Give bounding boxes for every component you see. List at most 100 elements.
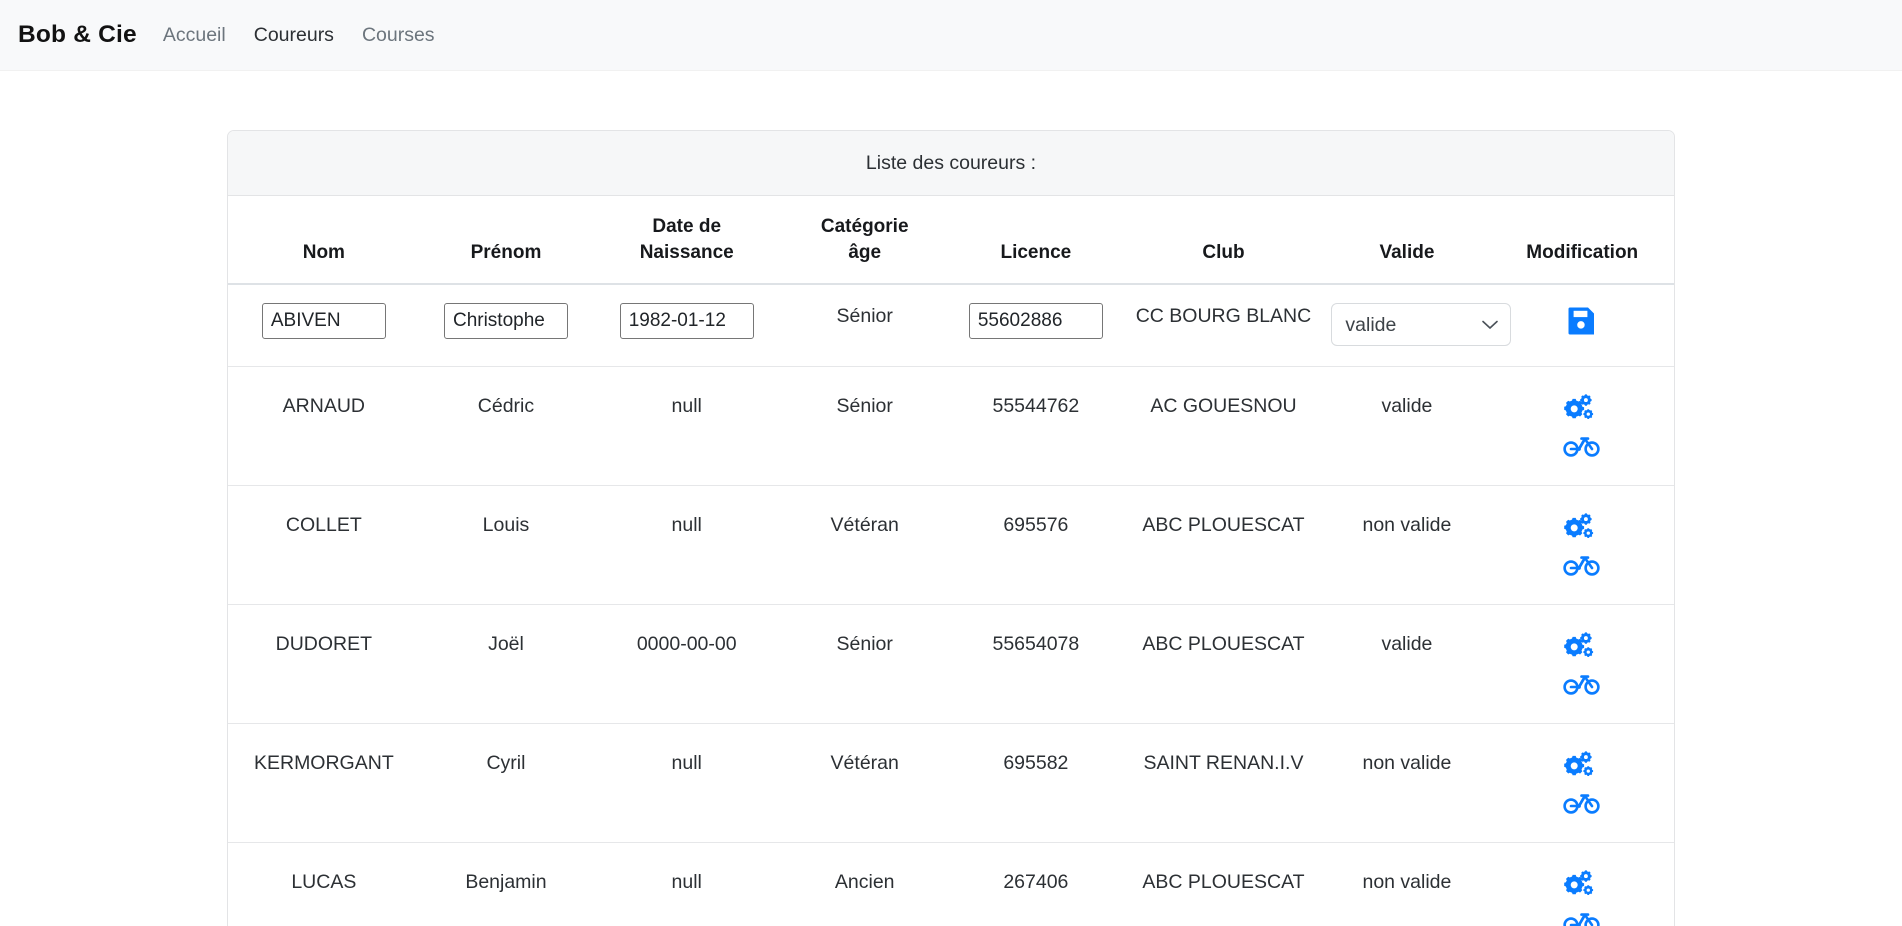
cell-modification <box>1490 366 1674 485</box>
cell-modification <box>1490 723 1674 842</box>
save-button[interactable] <box>1564 303 1600 339</box>
gears-icon <box>1562 532 1602 547</box>
cell-categorie-age: Ancien <box>781 842 948 926</box>
cell-club: CC BOURG BLANC <box>1124 284 1324 366</box>
cell-date-naissance: null <box>592 842 781 926</box>
table-row: ARNAUD Cédric null Sénior 55544762 AC GO… <box>228 366 1674 485</box>
cell-categorie-age: Sénior <box>781 366 948 485</box>
row-action-icons <box>1498 869 1666 926</box>
table-row: LUCAS Benjamin null Ancien 267406 ABC PL… <box>228 842 1674 926</box>
cell-licence: 695576 <box>948 485 1123 604</box>
cell-club: SAINT RENAN.I.V <box>1124 723 1324 842</box>
gears-icon <box>1562 889 1602 904</box>
bicycle-icon <box>1562 685 1602 700</box>
bicycle-button[interactable] <box>1562 907 1602 926</box>
coureurs-card: Liste des coureurs : Nom Prénom Date de … <box>227 130 1675 926</box>
cell-club: ABC PLOUESCAT <box>1124 604 1324 723</box>
prenom-input[interactable] <box>444 303 568 339</box>
cell-modification <box>1490 842 1674 926</box>
cell-valide: non valide <box>1323 842 1490 926</box>
cell-prenom: Joël <box>420 604 593 723</box>
bicycle-button[interactable] <box>1562 669 1602 697</box>
edit-settings-button[interactable] <box>1562 750 1602 782</box>
cell-licence: 55544762 <box>948 366 1123 485</box>
nav-links: Accueil Coureurs Courses <box>163 24 435 47</box>
row-action-icons <box>1498 512 1666 578</box>
table-body: Sénior CC BOURG BLANC valide non valide <box>228 284 1674 926</box>
cell-prenom: Benjamin <box>420 842 593 926</box>
nom-input[interactable] <box>262 303 386 339</box>
bicycle-icon <box>1562 447 1602 462</box>
nav-link-coureurs[interactable]: Coureurs <box>254 24 334 47</box>
cell-modification <box>1490 485 1674 604</box>
nav-link-courses[interactable]: Courses <box>362 24 435 47</box>
row-action-icons <box>1498 393 1666 459</box>
cell-club: AC GOUESNOU <box>1124 366 1324 485</box>
table-row: DUDORET Joël 0000-00-00 Sénior 55654078 … <box>228 604 1674 723</box>
edit-settings-button[interactable] <box>1562 631 1602 663</box>
gears-icon <box>1562 413 1602 428</box>
column-header-date-line1: Date de <box>652 216 721 237</box>
cell-licence: 267406 <box>948 842 1123 926</box>
cell-valide: valide <box>1323 604 1490 723</box>
cell-prenom <box>420 284 593 366</box>
nav-link-accueil[interactable]: Accueil <box>163 24 226 47</box>
cell-nom: LUCAS <box>228 842 420 926</box>
cell-categorie-age: Vétéran <box>781 485 948 604</box>
cell-nom: ARNAUD <box>228 366 420 485</box>
valide-select-wrap: valide non valide <box>1331 303 1511 346</box>
edit-settings-button[interactable] <box>1562 869 1602 901</box>
navbar: Bob & Cie Accueil Coureurs Courses <box>0 0 1902 71</box>
edit-settings-button[interactable] <box>1562 512 1602 544</box>
page-body: Liste des coureurs : Nom Prénom Date de … <box>0 71 1902 926</box>
row-action-icons <box>1498 631 1666 697</box>
table-row-edit: Sénior CC BOURG BLANC valide non valide <box>228 284 1674 366</box>
cell-club: ABC PLOUESCAT <box>1124 842 1324 926</box>
date-naissance-input[interactable] <box>620 303 754 339</box>
gears-icon <box>1562 651 1602 666</box>
table-head: Nom Prénom Date de Naissance Catégorie â… <box>228 196 1674 284</box>
column-header-nom: Nom <box>228 196 420 284</box>
cell-modification <box>1490 604 1674 723</box>
column-header-prenom: Prénom <box>420 196 593 284</box>
bicycle-button[interactable] <box>1562 550 1602 578</box>
column-header-modification: Modification <box>1490 196 1674 284</box>
cell-nom: KERMORGANT <box>228 723 420 842</box>
cell-nom <box>228 284 420 366</box>
table-row: KERMORGANT Cyril null Vétéran 695582 SAI… <box>228 723 1674 842</box>
cell-valide: non valide <box>1323 485 1490 604</box>
cell-prenom: Cédric <box>420 366 593 485</box>
column-header-categorie-line2: âge <box>848 242 881 263</box>
licence-input[interactable] <box>969 303 1103 339</box>
cell-valide: valide non valide <box>1323 284 1490 366</box>
cell-categorie-age: Sénior <box>781 284 948 366</box>
edit-settings-button[interactable] <box>1562 393 1602 425</box>
cell-date-naissance <box>592 284 781 366</box>
cell-licence <box>948 284 1123 366</box>
valide-select[interactable]: valide non valide <box>1331 303 1511 346</box>
bicycle-icon <box>1562 566 1602 581</box>
column-header-club: Club <box>1124 196 1324 284</box>
cell-categorie-age: Sénior <box>781 604 948 723</box>
cell-prenom: Cyril <box>420 723 593 842</box>
cell-date-naissance: null <box>592 723 781 842</box>
cell-valide: valide <box>1323 366 1490 485</box>
cell-nom: DUDORET <box>228 604 420 723</box>
column-header-valide: Valide <box>1323 196 1490 284</box>
column-header-categorie-age: Catégorie âge <box>781 196 948 284</box>
cell-club: ABC PLOUESCAT <box>1124 485 1324 604</box>
cell-date-naissance: null <box>592 485 781 604</box>
cell-categorie-age: Vétéran <box>781 723 948 842</box>
bicycle-icon <box>1562 804 1602 819</box>
cell-prenom: Louis <box>420 485 593 604</box>
column-header-date-naissance: Date de Naissance <box>592 196 781 284</box>
cell-licence: 55654078 <box>948 604 1123 723</box>
cell-licence: 695582 <box>948 723 1123 842</box>
cell-date-naissance: 0000-00-00 <box>592 604 781 723</box>
bicycle-button[interactable] <box>1562 431 1602 459</box>
bicycle-button[interactable] <box>1562 788 1602 816</box>
gears-icon <box>1562 770 1602 785</box>
row-action-icons <box>1498 750 1666 816</box>
brand-logo[interactable]: Bob & Cie <box>18 21 137 49</box>
coureurs-table: Nom Prénom Date de Naissance Catégorie â… <box>228 196 1674 926</box>
